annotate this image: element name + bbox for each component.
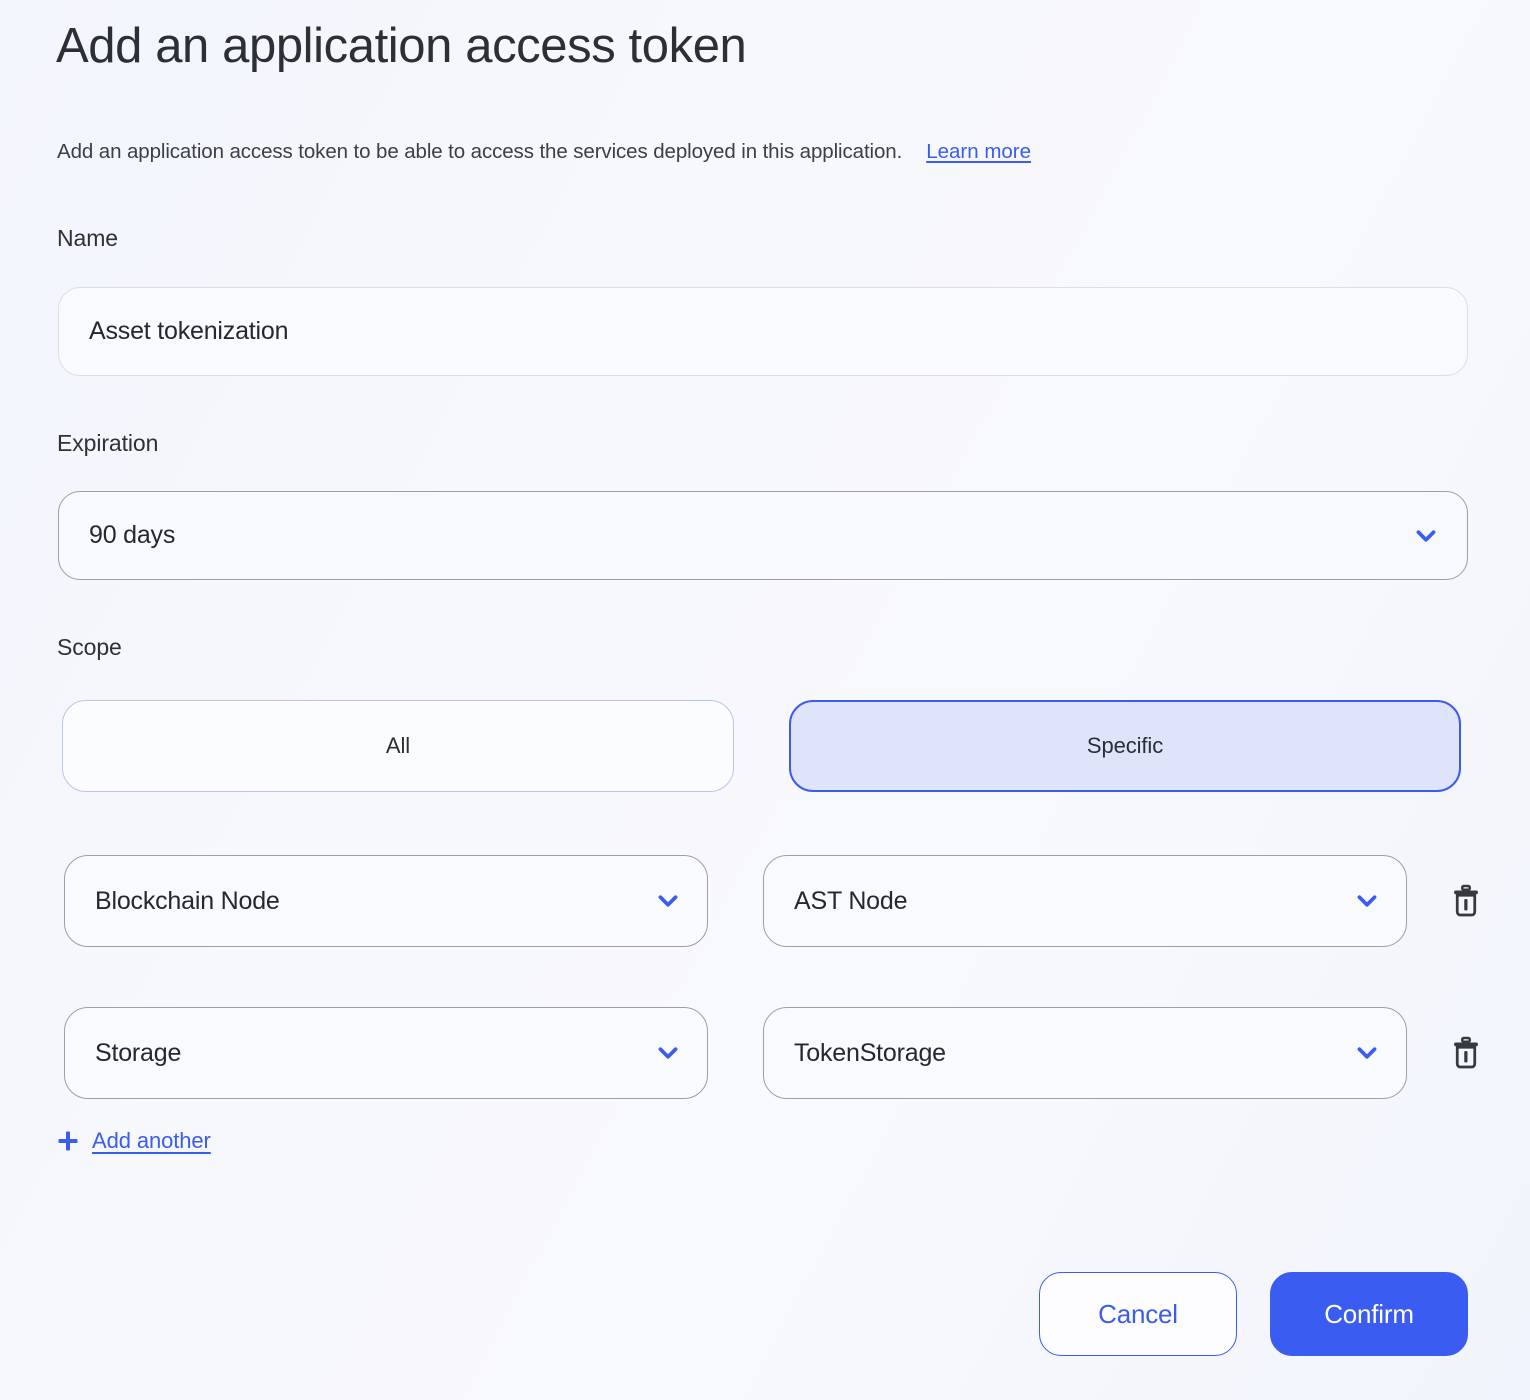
- trash-icon: [1451, 884, 1481, 918]
- scope-type-value: Storage: [95, 1039, 655, 1068]
- page-description-row: Add an application access token to be ab…: [57, 140, 1031, 164]
- learn-more-link[interactable]: Learn more: [926, 140, 1031, 164]
- add-application-access-token-dialog: Add an application access token Add an a…: [0, 0, 1530, 1400]
- expiration-field-label: Expiration: [57, 430, 158, 457]
- name-input[interactable]: [58, 287, 1468, 376]
- cancel-button[interactable]: Cancel: [1039, 1272, 1237, 1356]
- chevron-down-icon: [1413, 523, 1439, 549]
- scope-target-select[interactable]: TokenStorage: [763, 1007, 1407, 1099]
- scope-target-value: AST Node: [794, 887, 1354, 916]
- scope-type-value: Blockchain Node: [95, 887, 655, 916]
- confirm-button[interactable]: Confirm: [1270, 1272, 1468, 1356]
- chevron-down-icon: [1354, 888, 1380, 914]
- scope-target-select[interactable]: AST Node: [763, 855, 1407, 947]
- trash-icon: [1451, 1036, 1481, 1070]
- chevron-down-icon: [655, 1040, 681, 1066]
- scope-target-value: TokenStorage: [794, 1039, 1354, 1068]
- chevron-down-icon: [1354, 1040, 1380, 1066]
- expiration-select-value: 90 days: [89, 521, 1413, 550]
- scope-option-all[interactable]: All: [62, 700, 734, 792]
- page-title: Add an application access token: [56, 18, 746, 75]
- name-field-label: Name: [57, 225, 118, 252]
- page-description: Add an application access token to be ab…: [57, 140, 902, 164]
- plus-icon: [57, 1130, 79, 1152]
- scope-type-select[interactable]: Storage: [64, 1007, 708, 1099]
- scope-row: Blockchain Node AST Node: [0, 853, 1530, 949]
- scope-field-label: Scope: [57, 634, 122, 661]
- chevron-down-icon: [655, 888, 681, 914]
- expiration-select[interactable]: 90 days: [58, 491, 1468, 580]
- dialog-actions: Cancel Confirm: [1039, 1272, 1468, 1356]
- delete-scope-row-button[interactable]: [1446, 879, 1486, 923]
- delete-scope-row-button[interactable]: [1446, 1031, 1486, 1075]
- scope-type-select[interactable]: Blockchain Node: [64, 855, 708, 947]
- add-another-label: Add another: [92, 1128, 211, 1154]
- add-another-button[interactable]: Add another: [57, 1128, 211, 1154]
- scope-row: Storage TokenStorage: [0, 1005, 1530, 1101]
- scope-option-specific[interactable]: Specific: [789, 700, 1461, 792]
